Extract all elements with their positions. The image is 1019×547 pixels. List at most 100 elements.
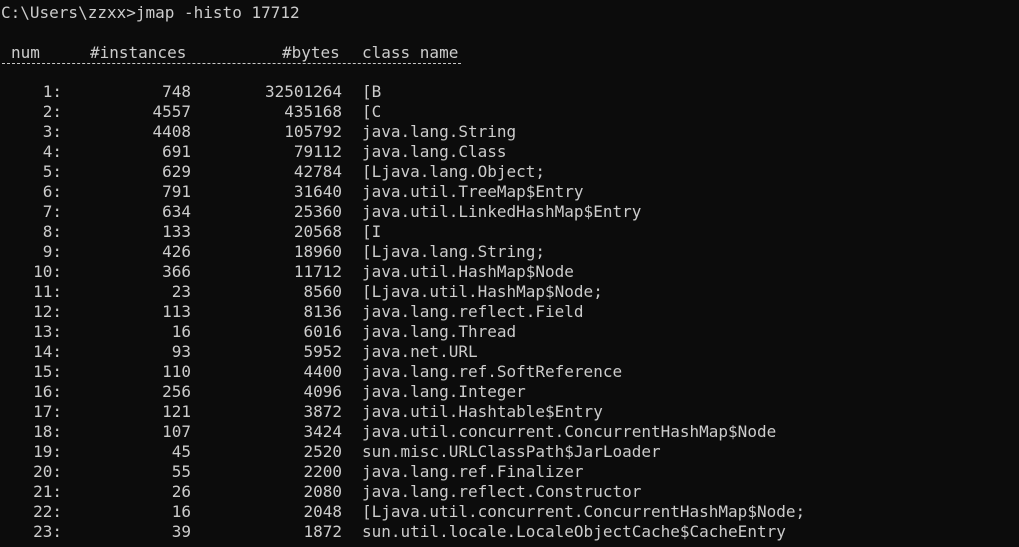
row-num: 8: <box>42 222 62 241</box>
row-bytes: 11712 <box>293 262 342 281</box>
row-bytes: 31640 <box>293 182 342 201</box>
row-instances: 39 <box>171 522 191 541</box>
command-line: C:\Users\zzxx>jmap -histo 17712 <box>1 3 300 23</box>
row-num: 14: <box>33 342 62 361</box>
row-num: 1: <box>42 82 62 101</box>
row-instances: 629 <box>162 162 191 181</box>
console-window[interactable]: C:\Users\zzxx>jmap -histo 17712 num #ins… <box>0 0 1019 547</box>
table-row: 6: 791 31640 java.util.TreeMap$Entry <box>0 182 1019 202</box>
row-instances: 45 <box>171 442 191 461</box>
row-num: 15: <box>33 362 62 381</box>
row-instances: 791 <box>162 182 191 201</box>
row-bytes: 2200 <box>303 462 342 481</box>
row-class-name: [Ljava.util.HashMap$Node; <box>362 282 603 301</box>
row-bytes: 79112 <box>293 142 342 161</box>
command-text: jmap -histo 17712 <box>135 3 300 22</box>
table-header: num #instances #bytes class name <box>0 43 1019 63</box>
row-class-name: java.lang.Class <box>362 142 507 161</box>
row-class-name: java.net.URL <box>362 342 478 361</box>
row-num: 3: <box>42 122 62 141</box>
row-num: 21: <box>33 482 62 501</box>
row-num: 20: <box>33 462 62 481</box>
row-class-name: [I <box>362 222 382 241</box>
header-num: num <box>11 43 40 62</box>
row-num: 11: <box>33 282 62 301</box>
row-bytes: 4096 <box>303 382 342 401</box>
row-num: 5: <box>42 162 62 181</box>
table-row: 3: 4408 105792 java.lang.String <box>0 122 1019 142</box>
row-num: 13: <box>33 322 62 341</box>
row-bytes: 6016 <box>303 322 342 341</box>
row-bytes: 42784 <box>293 162 342 181</box>
row-class-name: java.util.TreeMap$Entry <box>362 182 584 201</box>
row-class-name: [Ljava.util.concurrent.ConcurrentHashMap… <box>362 502 806 521</box>
row-bytes: 25360 <box>293 202 342 221</box>
row-class-name: [Ljava.lang.Object; <box>362 162 546 181</box>
row-bytes: 4400 <box>303 362 342 381</box>
row-class-name: java.util.Hashtable$Entry <box>362 402 603 421</box>
row-class-name: java.util.LinkedHashMap$Entry <box>362 202 642 221</box>
table-row: 16: 256 4096 java.lang.Integer <box>0 382 1019 402</box>
row-class-name: [Ljava.lang.String; <box>362 242 546 261</box>
row-bytes: 1872 <box>303 522 342 541</box>
row-class-name: java.lang.Integer <box>362 382 526 401</box>
row-instances: 634 <box>162 202 191 221</box>
header-separator <box>2 63 461 65</box>
row-instances: 110 <box>162 362 191 381</box>
row-class-name: java.lang.ref.SoftReference <box>362 362 623 381</box>
row-num: 23: <box>33 522 62 541</box>
table-row: 10: 366 11712 java.util.HashMap$Node <box>0 262 1019 282</box>
row-instances: 366 <box>162 262 191 281</box>
header-instances: #instances <box>90 43 187 62</box>
row-bytes: 18960 <box>293 242 342 261</box>
row-class-name: java.lang.Thread <box>362 322 517 341</box>
table-row: 9: 426 18960 [Ljava.lang.String; <box>0 242 1019 262</box>
row-instances: 4557 <box>152 102 191 121</box>
row-num: 6: <box>42 182 62 201</box>
row-class-name: java.util.concurrent.ConcurrentHashMap$N… <box>362 422 777 441</box>
row-instances: 121 <box>162 402 191 421</box>
row-class-name: sun.misc.URLClassPath$JarLoader <box>362 442 661 461</box>
table-row: 23: 39 1872 sun.util.locale.LocaleObjectCac… <box>0 522 1019 542</box>
row-num: 7: <box>42 202 62 221</box>
table-row: 11: 23 8560 [Ljava.util.HashMap$Node; <box>0 282 1019 302</box>
row-num: 4: <box>42 142 62 161</box>
row-instances: 16 <box>171 502 191 521</box>
table-row: 22: 16 2048 [Ljava.util.concurrent.Concurre… <box>0 502 1019 522</box>
row-num: 18: <box>33 422 62 441</box>
row-instances: 133 <box>162 222 191 241</box>
row-num: 22: <box>33 502 62 521</box>
table-row: 5: 629 42784 [Ljava.lang.Object; <box>0 162 1019 182</box>
row-bytes: 20568 <box>293 222 342 241</box>
row-instances: 426 <box>162 242 191 261</box>
row-instances: 16 <box>171 322 191 341</box>
row-instances: 93 <box>171 342 191 361</box>
table-row: 12: 113 8136 java.lang.reflect.Field <box>0 302 1019 322</box>
row-instances: 107 <box>162 422 191 441</box>
table-row: 20: 55 2200 java.lang.ref.Finalizer <box>0 462 1019 482</box>
header-class-name: class name <box>362 43 459 62</box>
row-num: 2: <box>42 102 62 121</box>
table-row: 18: 107 3424 java.util.concurrent.Concurren… <box>0 422 1019 442</box>
row-class-name: java.lang.reflect.Field <box>362 302 584 321</box>
row-instances: 256 <box>162 382 191 401</box>
row-class-name: java.lang.String <box>362 122 517 141</box>
row-num: 16: <box>33 382 62 401</box>
row-num: 17: <box>33 402 62 421</box>
row-instances: 691 <box>162 142 191 161</box>
row-instances: 23 <box>171 282 191 301</box>
row-bytes: 2080 <box>303 482 342 501</box>
row-instances: 113 <box>162 302 191 321</box>
row-instances: 748 <box>162 82 191 101</box>
table-row: 2: 4557 435168 [C <box>0 102 1019 122</box>
table-row: 15: 110 4400 java.lang.ref.SoftReference <box>0 362 1019 382</box>
table-row: 1: 748 32501264 [B <box>0 82 1019 102</box>
row-num: 12: <box>33 302 62 321</box>
table-row: 19: 45 2520 sun.misc.URLClassPath$JarLoader <box>0 442 1019 462</box>
header-bytes: #bytes <box>282 43 340 62</box>
row-num: 9: <box>42 242 62 261</box>
row-class-name: java.util.HashMap$Node <box>362 262 574 281</box>
row-num: 10: <box>33 262 62 281</box>
row-bytes: 8560 <box>303 282 342 301</box>
row-bytes: 435168 <box>284 102 342 121</box>
